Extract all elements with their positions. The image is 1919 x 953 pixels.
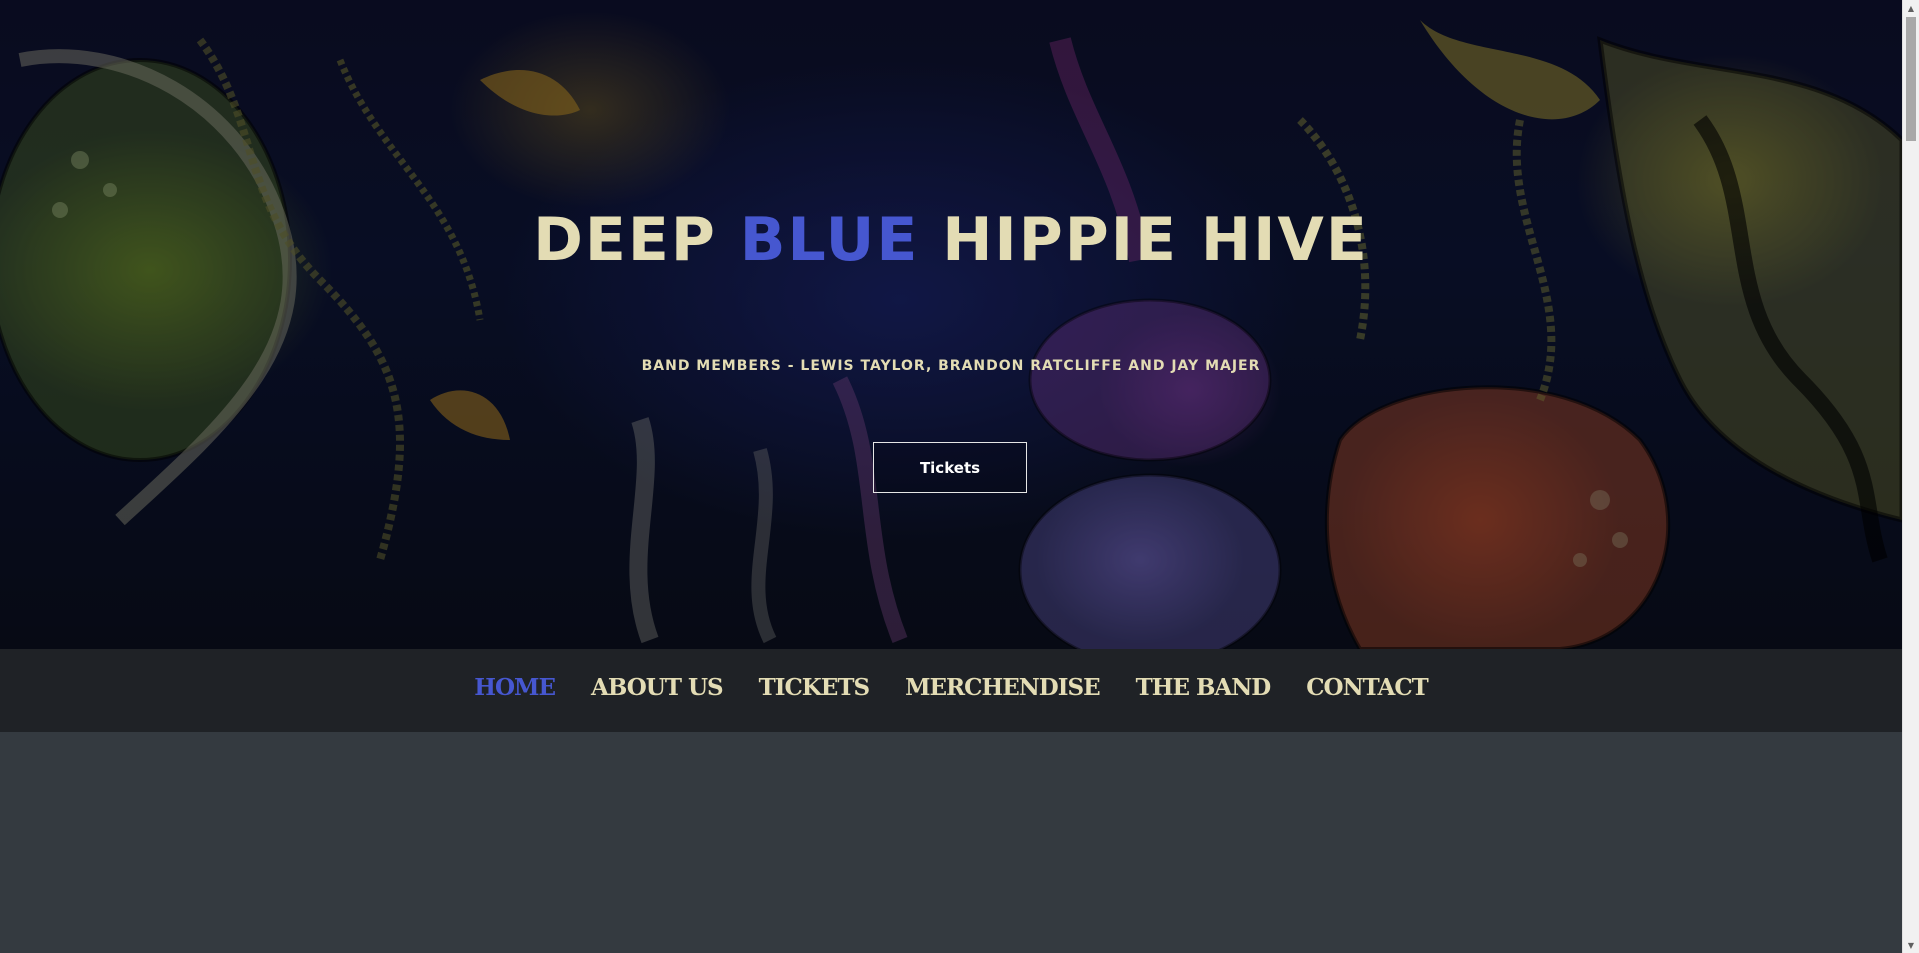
hero-subtitle: BAND MEMBERS - LEWIS TAYLOR, BRANDON RAT… — [641, 358, 1261, 374]
hero-title-part1: DEEP — [533, 205, 740, 275]
main-navigation: HOME ABOUT US TICKETS MERCHENDISE THE BA… — [0, 649, 1902, 732]
hero-title-part2: HIPPIE HIVE — [919, 205, 1369, 275]
main-content-area — [0, 732, 1902, 953]
scroll-down-arrow-icon[interactable]: ▼ — [1903, 937, 1919, 953]
nav-item-merchendise[interactable]: MERCHENDISE — [905, 674, 1101, 701]
nav-item-tickets[interactable]: TICKETS — [759, 674, 870, 701]
nav-item-the-band[interactable]: THE BAND — [1136, 674, 1272, 701]
nav-item-contact[interactable]: CONTACT — [1306, 674, 1428, 701]
nav-item-about-us[interactable]: ABOUT US — [591, 674, 724, 701]
nav-list: HOME ABOUT US TICKETS MERCHENDISE THE BA… — [474, 674, 1428, 707]
scroll-up-arrow-icon[interactable]: ▲ — [1903, 0, 1919, 16]
hero-title: DEEP BLUE HIPPIE HIVE — [0, 165, 1902, 315]
tickets-button[interactable]: Tickets — [873, 442, 1027, 493]
hero-banner: DEEP BLUE HIPPIE HIVE BAND MEMBERS - LEW… — [0, 0, 1902, 649]
nav-item-home[interactable]: HOME — [474, 674, 556, 701]
page: DEEP BLUE HIPPIE HIVE BAND MEMBERS - LEW… — [0, 0, 1902, 953]
hero-dark-overlay — [0, 0, 1902, 649]
vertical-scrollbar[interactable]: ▲ ▼ — [1902, 0, 1919, 953]
hero-title-accent: BLUE — [739, 205, 920, 275]
scrollbar-thumb[interactable] — [1906, 17, 1916, 141]
